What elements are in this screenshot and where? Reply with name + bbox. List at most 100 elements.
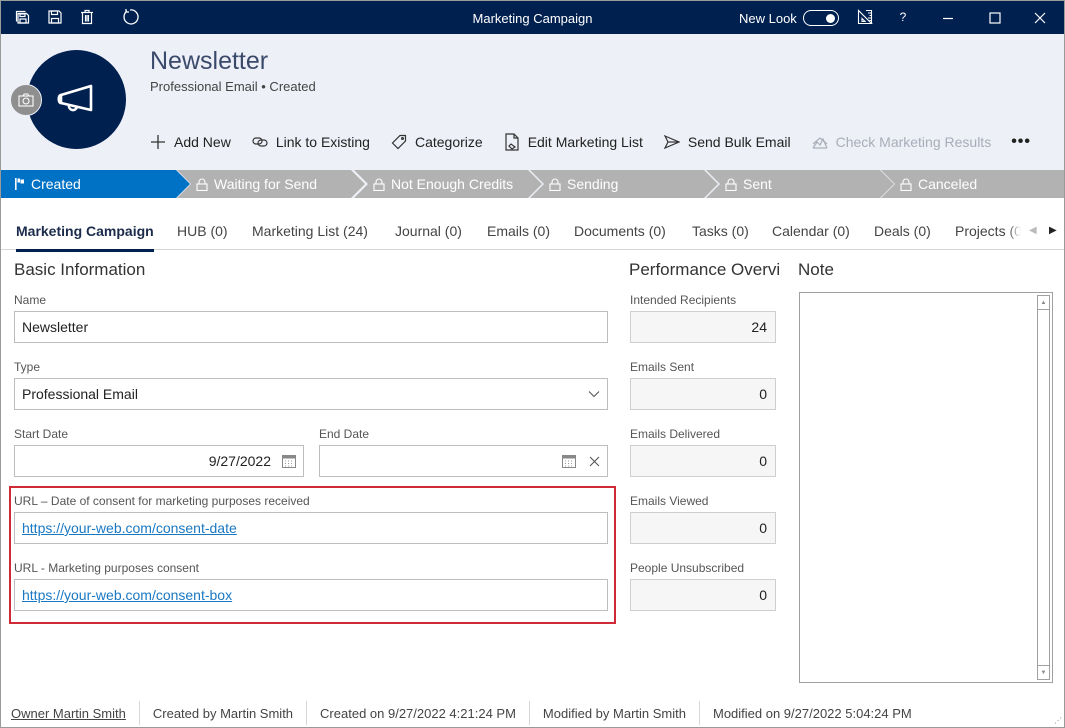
tab-marketing-list[interactable]: Marketing List (24) (252, 223, 368, 239)
stage-waiting-for-send[interactable]: Waiting for Send (175, 170, 366, 198)
note-scrollbar[interactable]: ▲ ▼ (1037, 295, 1050, 680)
add-new-label: Add New (174, 134, 231, 150)
stage-canceled[interactable]: Canceled (879, 170, 1064, 198)
status-footer: Owner Martin Smith Created by Martin Smi… (1, 699, 1064, 727)
note-textarea[interactable]: ▲ ▼ (799, 292, 1053, 683)
start-date-value: 9/27/2022 (208, 453, 271, 469)
camera-icon (18, 93, 34, 107)
tab-marketing-campaign[interactable]: Marketing Campaign (16, 223, 154, 252)
flag-icon (15, 178, 25, 190)
send-bulk-email-button[interactable]: Send Bulk Email (663, 133, 791, 151)
plus-icon (149, 133, 167, 151)
start-date-input[interactable]: 9/27/2022 (14, 445, 304, 477)
close-button[interactable] (1020, 1, 1060, 34)
minimize-button[interactable] (928, 1, 968, 34)
name-label: Name (14, 293, 47, 307)
minimize-icon (943, 17, 953, 19)
action-bar: Add New Link to Existing Categorize Edit… (149, 132, 1031, 152)
scroll-up-icon[interactable]: ▲ (1038, 296, 1049, 310)
created-on: Created on 9/27/2022 4:21:24 PM (307, 701, 530, 725)
new-look-label: New Look (739, 11, 797, 26)
modified-by: Modified by Martin Smith (530, 701, 700, 725)
name-value: Newsletter (22, 319, 89, 335)
name-input[interactable]: Newsletter (14, 311, 608, 343)
more-actions-button[interactable]: ••• (1011, 133, 1031, 151)
change-photo-button[interactable] (10, 84, 42, 116)
edit-marketing-list-button[interactable]: Edit Marketing List (503, 133, 643, 151)
lock-icon (725, 178, 737, 191)
stage-not-enough-credits[interactable]: Not Enough Credits (352, 170, 543, 198)
tab-deals[interactable]: Deals (0) (874, 223, 931, 239)
end-date-label: End Date (319, 427, 370, 441)
emails-viewed-label: Emails Viewed (630, 494, 709, 508)
categorize-button[interactable]: Categorize (390, 133, 483, 151)
emails-sent-label: Emails Sent (630, 360, 695, 374)
lock-icon (373, 178, 385, 191)
help-icon[interactable]: ? (894, 8, 912, 26)
delete-icon[interactable] (78, 8, 96, 26)
new-look-toggle[interactable] (803, 10, 839, 26)
tabs-scroll-left-icon[interactable]: ◀ (1029, 225, 1037, 236)
owner-link[interactable]: Owner Martin Smith (1, 701, 140, 725)
calendar-icon[interactable] (562, 454, 576, 468)
maximize-button[interactable] (975, 1, 1015, 34)
tab-projects-clip: Projects (0) (955, 223, 1021, 239)
save-icon[interactable] (46, 8, 64, 26)
url-consent-label: URL - Marketing purposes consent (14, 561, 199, 575)
tag-icon (390, 133, 408, 151)
stage-created[interactable]: Created (1, 170, 191, 198)
created-by: Created by Martin Smith (140, 701, 308, 725)
url-consent-link[interactable]: https://your-web.com/consent-box (22, 587, 232, 603)
edit-list-icon (503, 133, 521, 151)
save-and-close-icon[interactable] (14, 8, 32, 26)
tabs-scroll-right-icon[interactable]: ▶ (1049, 225, 1057, 236)
type-label: Type (14, 360, 41, 374)
people-unsubscribed-value: 0 (759, 587, 767, 603)
emails-viewed-value: 0 (759, 520, 767, 536)
tab-journal[interactable]: Journal (0) (395, 223, 462, 239)
resize-grip-icon[interactable]: ⋰ (1054, 716, 1062, 725)
link-to-existing-button[interactable]: Link to Existing (251, 133, 370, 151)
stage-sent[interactable]: Sent (704, 170, 895, 198)
clear-date-icon[interactable] (589, 456, 600, 467)
check-marketing-results-label: Check Marketing Results (835, 134, 992, 150)
end-date-input[interactable] (319, 445, 608, 477)
note-heading: Note (798, 260, 834, 279)
layout-ruler-icon[interactable] (856, 8, 874, 26)
categorize-label: Categorize (414, 134, 483, 150)
tab-tasks[interactable]: Tasks (0) (692, 223, 749, 239)
tab-projects[interactable]: Projects (0) (955, 223, 1021, 239)
emails-delivered-value: 0 (759, 453, 767, 469)
results-icon (811, 133, 829, 151)
url-consent-input[interactable]: https://your-web.com/consent-box (14, 579, 608, 611)
stage-sending[interactable]: Sending (528, 170, 719, 198)
lock-icon (549, 178, 561, 191)
link-icon (251, 133, 269, 151)
maximize-icon (989, 11, 1001, 24)
people-unsubscribed-label: People Unsubscribed (630, 561, 745, 575)
stage-label: Sending (567, 176, 619, 192)
url-consent-date-input[interactable]: https://your-web.com/consent-date (14, 512, 608, 544)
send-bulk-email-label: Send Bulk Email (687, 134, 791, 150)
app-window: Marketing Campaign New Look ? Newsletter… (0, 0, 1065, 728)
stage-label: Created (31, 176, 81, 192)
tab-documents[interactable]: Documents (0) (574, 223, 666, 239)
stage-label: Sent (743, 176, 772, 192)
intended-recipients-label: Intended Recipients (630, 293, 737, 307)
check-marketing-results-button[interactable]: Check Marketing Results (811, 133, 992, 151)
emails-delivered-label: Emails Delivered (630, 427, 721, 441)
type-value: Professional Email (22, 386, 138, 402)
tab-emails[interactable]: Emails (0) (487, 223, 550, 239)
tab-calendar[interactable]: Calendar (0) (772, 223, 850, 239)
stage-label: Waiting for Send (214, 176, 317, 192)
scroll-down-icon[interactable]: ▼ (1038, 665, 1049, 679)
url-consent-date-label: URL – Date of consent for marketing purp… (14, 494, 310, 508)
calendar-icon[interactable] (282, 454, 296, 468)
refresh-icon[interactable] (121, 8, 139, 26)
type-select[interactable]: Professional Email (14, 378, 608, 410)
intended-recipients-field: 24 (630, 311, 776, 343)
emails-sent-value: 0 (759, 386, 767, 402)
url-consent-date-link[interactable]: https://your-web.com/consent-date (22, 520, 237, 536)
add-new-button[interactable]: Add New (149, 133, 231, 151)
tab-hub[interactable]: HUB (0) (177, 223, 228, 239)
